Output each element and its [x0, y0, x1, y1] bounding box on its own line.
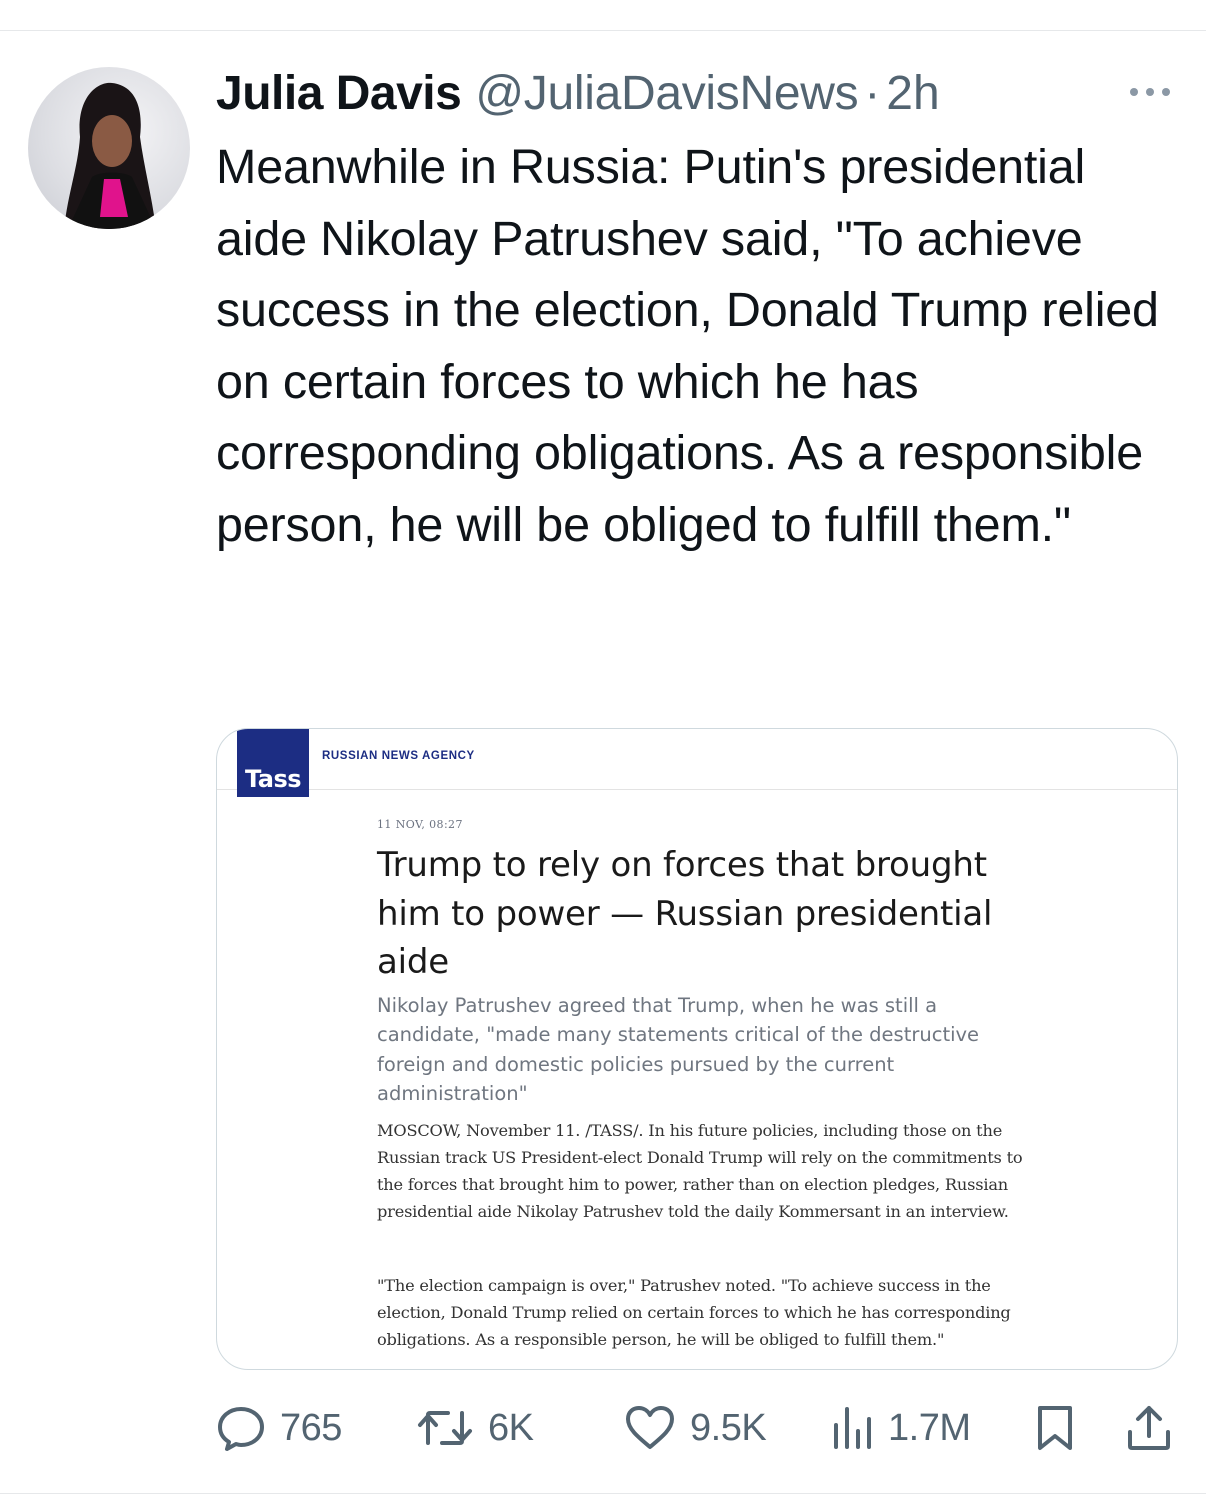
user-handle[interactable]: @JuliaDavisNews — [475, 66, 858, 121]
bottom-divider — [0, 1493, 1206, 1494]
share-button[interactable] — [1126, 1400, 1172, 1456]
tweet-text: Meanwhile in Russia: Putin's presidentia… — [216, 140, 1159, 552]
tass-logo-text: Tass — [244, 765, 302, 793]
repost-icon — [416, 1403, 474, 1453]
share-icon — [1126, 1402, 1172, 1454]
tass-logo: Tass — [237, 729, 309, 797]
views-icon — [830, 1403, 874, 1453]
separator-dot: · — [864, 66, 881, 120]
views-button[interactable]: 1.7M — [830, 1400, 971, 1456]
views-count: 1.7M — [888, 1406, 971, 1449]
top-divider — [0, 30, 1206, 31]
article-lead: Nikolay Patrushev agreed that Trump, whe… — [377, 994, 980, 1105]
like-icon — [624, 1403, 676, 1453]
display-name[interactable]: Julia Davis — [216, 66, 462, 121]
article-paragraph: "The election campaign is over," Patrush… — [377, 1276, 1011, 1349]
avatar[interactable] — [28, 67, 190, 229]
reply-button[interactable]: 765 — [216, 1400, 342, 1456]
tweet-header: Julia Davis @JuliaDavisNews · 2h — [216, 62, 1176, 124]
bookmark-icon — [1034, 1402, 1076, 1454]
article-paragraph: MOSCOW, November 11. /TASS/. In his futu… — [377, 1121, 1023, 1221]
timestamp[interactable]: 2h — [886, 66, 939, 121]
repost-count: 6K — [488, 1406, 534, 1449]
article-headline: Trump to rely on forces that brought him… — [377, 845, 993, 982]
like-button[interactable]: 9.5K — [624, 1400, 767, 1456]
link-card[interactable]: Tass RUSSIAN NEWS AGENCY 11 NOV, 08:27 T… — [216, 728, 1178, 1370]
repost-button[interactable]: 6K — [416, 1400, 534, 1456]
avatar-image — [64, 82, 156, 229]
bookmark-button[interactable] — [1034, 1400, 1076, 1456]
like-count: 9.5K — [690, 1406, 767, 1449]
article-date: 11 NOV, 08:27 — [377, 818, 463, 831]
agency-name: RUSSIAN NEWS AGENCY — [322, 750, 475, 762]
more-icon[interactable] — [1127, 84, 1173, 100]
action-bar: 765 6K 9.5K 1.7M — [216, 1400, 1176, 1456]
reply-count: 765 — [280, 1406, 342, 1449]
reply-icon — [216, 1403, 266, 1453]
